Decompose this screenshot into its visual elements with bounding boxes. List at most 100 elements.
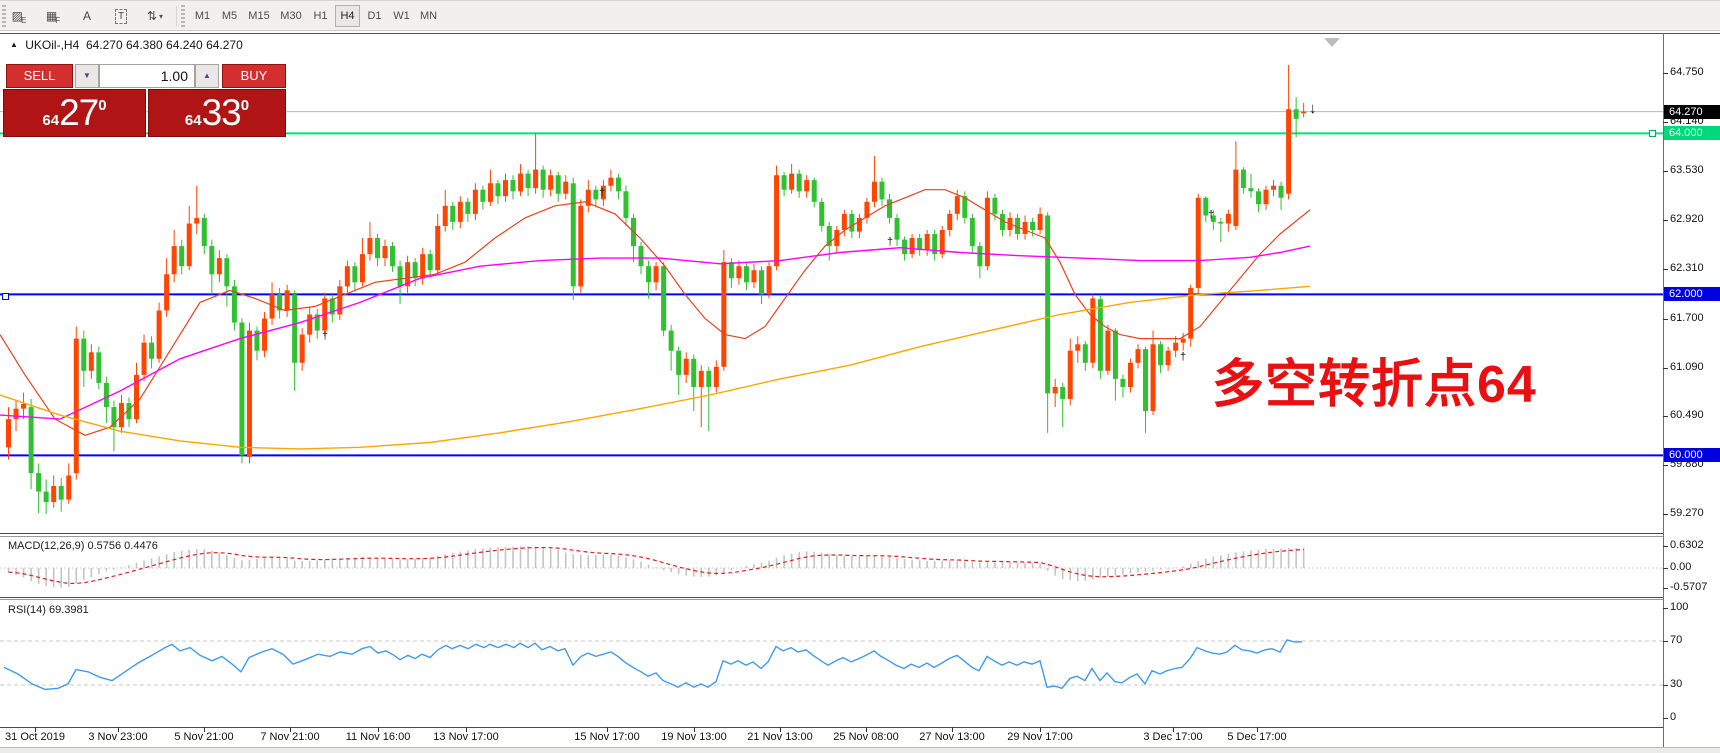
candle-body <box>789 174 794 190</box>
candle-body <box>955 196 960 214</box>
candle-body <box>1233 170 1238 226</box>
symbol-title: UKOil-,H4 <box>25 38 79 52</box>
mt4-window: ▨E▦FAT⇅▾ M1M5M15M30H1H4D1W1MN ▲ UKOil-,H… <box>0 0 1720 753</box>
candle-body <box>36 473 41 492</box>
rsi-line <box>4 640 1302 690</box>
candle-body <box>89 352 94 371</box>
candle-body <box>1248 188 1253 191</box>
candle-body <box>1136 349 1141 363</box>
candle-body <box>902 240 907 254</box>
sell-button[interactable]: SELL <box>6 64 73 88</box>
candle-body <box>977 246 982 266</box>
candle-body <box>593 190 598 200</box>
candle-body <box>714 367 719 387</box>
candle-body <box>1098 299 1103 371</box>
macd-values: 0.5756 0.4476 <box>87 540 157 552</box>
buy-price-handle: 64 <box>185 112 202 129</box>
candle-body <box>1128 363 1133 387</box>
candle-body <box>782 175 787 189</box>
candle-body <box>1241 170 1246 189</box>
candle-body <box>985 198 990 266</box>
hline-62-handle[interactable] <box>2 293 9 300</box>
candle-body <box>480 190 485 202</box>
buy-price-big: 33 <box>202 92 241 134</box>
sell-price-sup: 0 <box>98 97 106 114</box>
candle-body <box>1030 222 1035 230</box>
candle-body <box>142 343 147 375</box>
candle-body <box>375 238 380 258</box>
candle-body <box>495 183 500 196</box>
candle-body <box>1279 186 1284 198</box>
doji-mark: † <box>887 236 893 248</box>
candle-body <box>608 178 613 186</box>
candle-body <box>420 254 425 278</box>
candle-body <box>1151 344 1156 411</box>
candle-body <box>74 339 79 473</box>
doji-mark: † <box>1208 209 1214 221</box>
candle-body <box>571 183 576 286</box>
volume-input[interactable]: 1.00 <box>99 64 195 88</box>
candle-body <box>247 331 252 457</box>
candle-body <box>428 254 433 270</box>
rsi-name: RSI(14) <box>8 604 46 616</box>
candle-body <box>751 270 756 282</box>
sell-price-display[interactable]: 64270 <box>3 89 146 137</box>
doji-mark: † <box>599 187 605 199</box>
candle-body <box>473 190 478 214</box>
candle-body <box>669 331 674 351</box>
buy-button[interactable]: BUY <box>222 64 286 88</box>
candle-body <box>917 238 922 250</box>
candle-body <box>526 174 531 188</box>
oneclick-toggle-icon[interactable]: ▲ <box>10 40 18 49</box>
candle-body <box>646 266 651 282</box>
candle-body <box>639 246 644 266</box>
candle-body <box>533 170 538 189</box>
candle-body <box>654 266 659 282</box>
candle-body <box>413 262 418 278</box>
candle-body <box>819 202 824 226</box>
candle-body <box>172 246 177 274</box>
candle-body <box>224 258 229 286</box>
candle-body <box>661 266 666 330</box>
candle-body <box>518 174 523 192</box>
candle-body <box>307 315 312 335</box>
candle-body <box>849 214 854 232</box>
candle-body <box>443 206 448 226</box>
sell-price-big: 27 <box>59 92 98 134</box>
candle-body <box>895 218 900 240</box>
macd-name: MACD(12,26,9) <box>8 540 84 552</box>
candle-body <box>1166 351 1171 365</box>
candle-body <box>970 218 975 246</box>
candle-body <box>96 352 101 383</box>
candle-body <box>383 246 388 258</box>
candle-body <box>736 266 741 278</box>
chart-text-annotation[interactable]: 多空转折点64 <box>1212 342 1537 417</box>
hline-64-handle[interactable] <box>1649 130 1656 137</box>
candle-body <box>390 246 395 266</box>
buy-price-display[interactable]: 64330 <box>148 89 286 137</box>
volume-increase-button[interactable]: ▲ <box>195 64 219 88</box>
candle-body <box>21 404 26 409</box>
candle-body <box>488 183 493 202</box>
candle-body <box>465 202 470 214</box>
candle-body <box>1023 222 1028 234</box>
candle-body <box>292 294 297 362</box>
buy-price-sup: 0 <box>241 97 249 114</box>
candle-body <box>842 214 847 230</box>
candle-body <box>1264 190 1269 204</box>
candle-body <box>1181 339 1186 343</box>
candle-body <box>398 266 403 286</box>
candle-body <box>450 206 455 222</box>
candle-body <box>239 323 244 456</box>
candle-body <box>1143 349 1148 411</box>
candle-body <box>66 476 71 500</box>
candle-body <box>1286 109 1291 194</box>
candle-body <box>300 335 305 363</box>
rsi-label: RSI(14) 69.3981 <box>8 604 89 616</box>
candle-body <box>44 492 49 502</box>
candle-body <box>209 246 214 274</box>
candle-body <box>1158 344 1163 365</box>
volume-decrease-button[interactable]: ▼ <box>75 64 99 88</box>
candle-body <box>1075 344 1080 350</box>
candle-body <box>1294 109 1299 119</box>
